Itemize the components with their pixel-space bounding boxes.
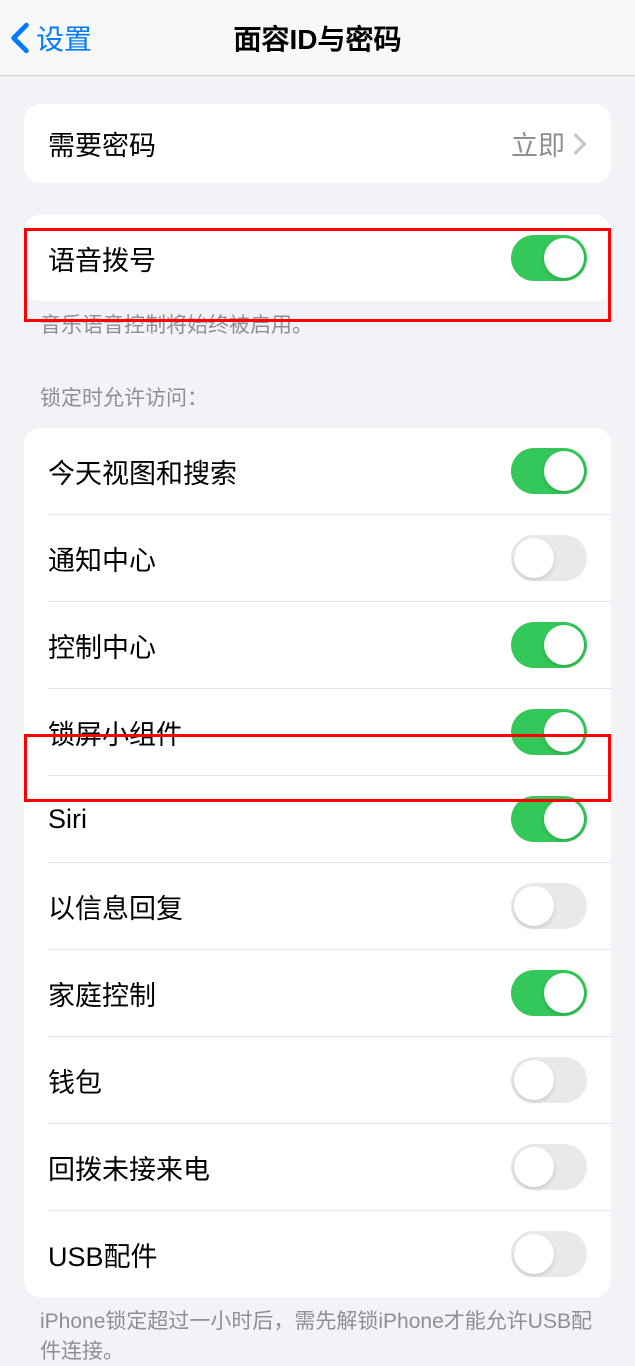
toggle-knob xyxy=(514,1147,554,1187)
home-control-toggle[interactable] xyxy=(511,970,587,1016)
wallet-toggle[interactable] xyxy=(511,1057,587,1103)
lock-screen-widgets-row: 锁屏小组件 xyxy=(48,688,611,775)
require-passcode-value-text: 立即 xyxy=(511,124,565,163)
voice-dial-footer: 音乐语音控制将始终被启用。 xyxy=(0,301,635,340)
return-missed-calls-toggle[interactable] xyxy=(511,1144,587,1190)
toggle-knob xyxy=(514,886,554,926)
today-view-row: 今天视图和搜索 xyxy=(24,428,611,514)
usb-accessories-toggle[interactable] xyxy=(511,1231,587,1277)
notification-center-toggle[interactable] xyxy=(511,535,587,581)
access-group: 今天视图和搜索 通知中心 控制中心 锁屏小组件 Siri 以信息回复 家庭控制 xyxy=(24,428,611,1297)
require-passcode-label: 需要密码 xyxy=(48,124,156,163)
today-view-label: 今天视图和搜索 xyxy=(48,452,237,491)
toggle-knob xyxy=(514,538,554,578)
control-center-label: 控制中心 xyxy=(48,626,156,665)
siri-row: Siri xyxy=(48,775,611,862)
reply-with-message-label: 以信息回复 xyxy=(48,887,183,926)
reply-with-message-toggle[interactable] xyxy=(511,883,587,929)
usb-accessories-row: USB配件 xyxy=(48,1210,611,1297)
back-button[interactable]: 设置 xyxy=(0,18,92,58)
voice-dial-row: 语音拨号 xyxy=(24,215,611,301)
toggle-knob xyxy=(544,973,584,1013)
page-title: 面容ID与密码 xyxy=(0,18,635,58)
siri-toggle[interactable] xyxy=(511,796,587,842)
home-control-row: 家庭控制 xyxy=(48,949,611,1036)
header: 设置 面容ID与密码 xyxy=(0,0,635,76)
wallet-row: 钱包 xyxy=(48,1036,611,1123)
control-center-toggle[interactable] xyxy=(511,622,587,668)
voice-dial-toggle[interactable] xyxy=(511,235,587,281)
back-label: 设置 xyxy=(36,18,92,58)
toggle-knob xyxy=(544,238,584,278)
siri-label: Siri xyxy=(48,804,87,835)
reply-with-message-row: 以信息回复 xyxy=(48,862,611,949)
toggle-knob xyxy=(514,1060,554,1100)
voice-dial-label: 语音拨号 xyxy=(48,239,156,278)
toggle-knob xyxy=(544,799,584,839)
chevron-right-icon xyxy=(573,133,587,155)
require-passcode-row[interactable]: 需要密码 立即 xyxy=(24,104,611,183)
toggle-knob xyxy=(544,625,584,665)
toggle-knob xyxy=(544,451,584,491)
control-center-row: 控制中心 xyxy=(48,601,611,688)
toggle-knob xyxy=(514,1234,554,1274)
chevron-left-icon xyxy=(10,22,30,54)
toggle-knob xyxy=(544,712,584,752)
today-view-toggle[interactable] xyxy=(511,448,587,494)
require-passcode-value: 立即 xyxy=(511,124,587,163)
notification-center-row: 通知中心 xyxy=(48,514,611,601)
home-control-label: 家庭控制 xyxy=(48,974,156,1013)
return-missed-calls-row: 回拨未接来电 xyxy=(48,1123,611,1210)
lock-screen-widgets-label: 锁屏小组件 xyxy=(48,713,183,752)
lock-screen-widgets-toggle[interactable] xyxy=(511,709,587,755)
wallet-label: 钱包 xyxy=(48,1061,102,1100)
access-section-header: 锁定时允许访问： xyxy=(0,340,635,420)
return-missed-calls-label: 回拨未接来电 xyxy=(48,1148,210,1187)
usb-accessories-label: USB配件 xyxy=(48,1235,158,1274)
require-passcode-group: 需要密码 立即 xyxy=(24,104,611,183)
notification-center-label: 通知中心 xyxy=(48,539,156,578)
voice-dial-group: 语音拨号 xyxy=(24,215,611,301)
access-footer: iPhone锁定超过一小时后，需先解锁iPhone才能允许USB配件连接。 xyxy=(0,1297,635,1366)
